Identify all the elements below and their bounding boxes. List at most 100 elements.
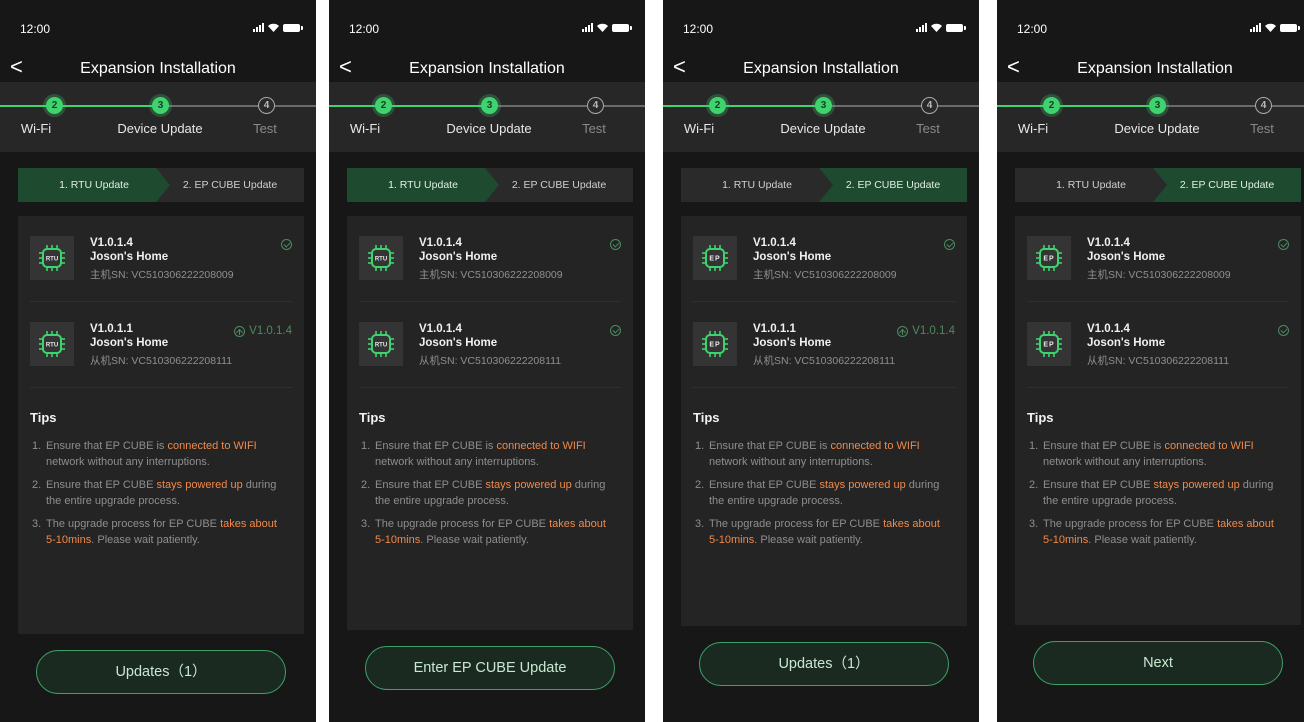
- tip-item: 1. Ensure that EP CUBE is connected to WI…: [30, 438, 290, 470]
- tips-section: Tips 1. Ensure that EP CUBE is connected t…: [693, 216, 953, 626]
- update-tabs: 1. RTU Update 2. EP CUBE Update: [1015, 168, 1301, 202]
- tip-item: 1. Ensure that EP CUBE is connected to WI…: [359, 438, 619, 470]
- step-3-label: Device Update: [117, 121, 203, 136]
- primary-action-button[interactable]: Next: [1033, 641, 1283, 685]
- phone-screen-2: 12:00 < Expansion Installation 2 Wi-Fi 3 Devic…: [329, 0, 645, 722]
- tips-title: Tips: [30, 410, 57, 425]
- phone-screen-3: 12:00 < Expansion Installation 2 Wi-Fi 3 Devic…: [663, 0, 979, 722]
- device-panel: RTU V1.0.1.4 Joson's Home 主机SN: VC510306222…: [347, 216, 633, 630]
- tip-item: 3. The upgrade process for EP CUBE takes …: [30, 516, 290, 548]
- update-tabs: 1. RTU Update 2. EP CUBE Update: [681, 168, 967, 202]
- signal-icon: [1250, 23, 1261, 32]
- step-4-marker: 4: [587, 97, 604, 114]
- tip-text: . Please wait patiently.: [91, 534, 200, 546]
- update-tabs: 1. RTU Update 2. EP CUBE Update: [18, 168, 304, 202]
- tip-item: 2. Ensure that EP CUBE stays powered up d…: [693, 477, 953, 509]
- tip-item: 3. The upgrade process for EP CUBE takes …: [359, 516, 619, 548]
- status-icons: [253, 23, 303, 32]
- step-4-label: Test: [1250, 121, 1274, 136]
- step-2-label: Wi-Fi: [683, 121, 715, 136]
- tip-text: The upgrade process for EP CUBE: [46, 518, 221, 530]
- tips-list: 1. Ensure that EP CUBE is connected to WI…: [693, 438, 953, 555]
- signal-icon: [916, 23, 927, 32]
- tab-rtu-update[interactable]: 1. RTU Update: [347, 168, 499, 202]
- step-2-marker: 2: [375, 97, 392, 114]
- wifi-icon: [268, 23, 279, 32]
- tip-item: 1. Ensure that EP CUBE is connected to WI…: [1027, 438, 1287, 470]
- tip-highlight: stays powered up: [485, 479, 572, 491]
- tip-text: Ensure that EP CUBE is: [1043, 440, 1165, 452]
- step-line-pending: [489, 105, 645, 107]
- step-line-pending: [823, 105, 979, 107]
- tip-number: 2.: [695, 479, 705, 491]
- tip-text: Ensure that EP CUBE: [709, 479, 820, 491]
- update-tabs: 1. RTU Update 2. EP CUBE Update: [347, 168, 633, 202]
- tip-item: 2. Ensure that EP CUBE stays powered up d…: [359, 477, 619, 509]
- tab-ep-cube-update[interactable]: 2. EP CUBE Update: [819, 168, 967, 202]
- tip-number: 1.: [1029, 440, 1039, 452]
- tip-text: network without any interruptions.: [709, 456, 873, 468]
- tip-highlight: stays powered up: [156, 479, 243, 491]
- tip-text: network without any interruptions.: [1043, 456, 1207, 468]
- tip-number: 3.: [1029, 518, 1039, 530]
- tab-ep-cube-update[interactable]: 2. EP CUBE Update: [156, 168, 304, 202]
- status-icons: [916, 23, 966, 32]
- tab-rtu-update[interactable]: 1. RTU Update: [18, 168, 170, 202]
- tip-text: Ensure that EP CUBE is: [375, 440, 497, 452]
- page-title: Expansion Installation: [80, 60, 236, 77]
- page-title: Expansion Installation: [1077, 60, 1233, 77]
- tip-number: 2.: [1029, 479, 1039, 491]
- status-time: 12:00: [20, 22, 51, 36]
- step-3-marker: 3: [1149, 97, 1166, 114]
- battery-icon: [946, 23, 966, 32]
- step-line-done: [0, 105, 160, 107]
- device-panel: RTU V1.0.1.4 Joson's Home 主机SN: VC510306222…: [18, 216, 304, 634]
- tip-text: The upgrade process for EP CUBE: [709, 518, 884, 530]
- status-time: 12:00: [1017, 22, 1048, 36]
- status-bar: 12:00: [329, 0, 645, 42]
- tip-number: 3.: [361, 518, 371, 530]
- tab-ep-cube-update[interactable]: 2. EP CUBE Update: [1153, 168, 1301, 202]
- tab-rtu-update[interactable]: 1. RTU Update: [1015, 168, 1167, 202]
- step-4-marker: 4: [921, 97, 938, 114]
- tip-highlight: connected to WIFI: [496, 440, 586, 452]
- primary-action-button[interactable]: Updates（1）: [36, 650, 286, 694]
- page-title: Expansion Installation: [743, 60, 899, 77]
- tip-number: 1.: [32, 440, 42, 452]
- tips-section: Tips 1. Ensure that EP CUBE is connected t…: [30, 216, 290, 634]
- tip-number: 2.: [32, 479, 42, 491]
- tip-number: 3.: [695, 518, 705, 530]
- step-4-marker: 4: [258, 97, 275, 114]
- step-2-label: Wi-Fi: [20, 121, 52, 136]
- status-time: 12:00: [349, 22, 380, 36]
- step-4-label: Test: [582, 121, 606, 136]
- wifi-icon: [597, 23, 608, 32]
- step-3-label: Device Update: [446, 121, 532, 136]
- tab-ep-cube-update[interactable]: 2. EP CUBE Update: [485, 168, 633, 202]
- tab-rtu-update[interactable]: 1. RTU Update: [681, 168, 833, 202]
- signal-icon: [253, 23, 264, 32]
- phone-screen-1: 12:00 < Expansion Installation 2 Wi-Fi 3 Devic…: [0, 0, 316, 722]
- tip-number: 1.: [695, 440, 705, 452]
- primary-action-button[interactable]: Updates（1）: [699, 642, 949, 686]
- tip-highlight: connected to WIFI: [830, 440, 920, 452]
- tip-highlight: stays powered up: [1153, 479, 1240, 491]
- step-2-marker: 2: [46, 97, 63, 114]
- step-2-marker: 2: [709, 97, 726, 114]
- primary-action-button[interactable]: Enter EP CUBE Update: [365, 646, 615, 690]
- step-3-label: Device Update: [1114, 121, 1200, 136]
- tip-highlight: stays powered up: [819, 479, 906, 491]
- status-time: 12:00: [683, 22, 714, 36]
- tips-title: Tips: [1027, 410, 1054, 425]
- nav-bar: < Expansion Installation: [997, 52, 1304, 86]
- phone-screen-4: 12:00 < Expansion Installation 2 Wi-Fi 3 Devic…: [997, 0, 1304, 722]
- tip-item: 1. Ensure that EP CUBE is connected to WI…: [693, 438, 953, 470]
- step-4-label: Test: [916, 121, 940, 136]
- tips-list: 1. Ensure that EP CUBE is connected to WI…: [30, 438, 290, 555]
- step-progress: 2 Wi-Fi 3 Device Update 4 Test: [0, 82, 316, 152]
- tip-number: 3.: [32, 518, 42, 530]
- signal-icon: [582, 23, 593, 32]
- status-bar: 12:00: [0, 0, 316, 42]
- status-icons: [582, 23, 632, 32]
- tip-text: Ensure that EP CUBE: [375, 479, 486, 491]
